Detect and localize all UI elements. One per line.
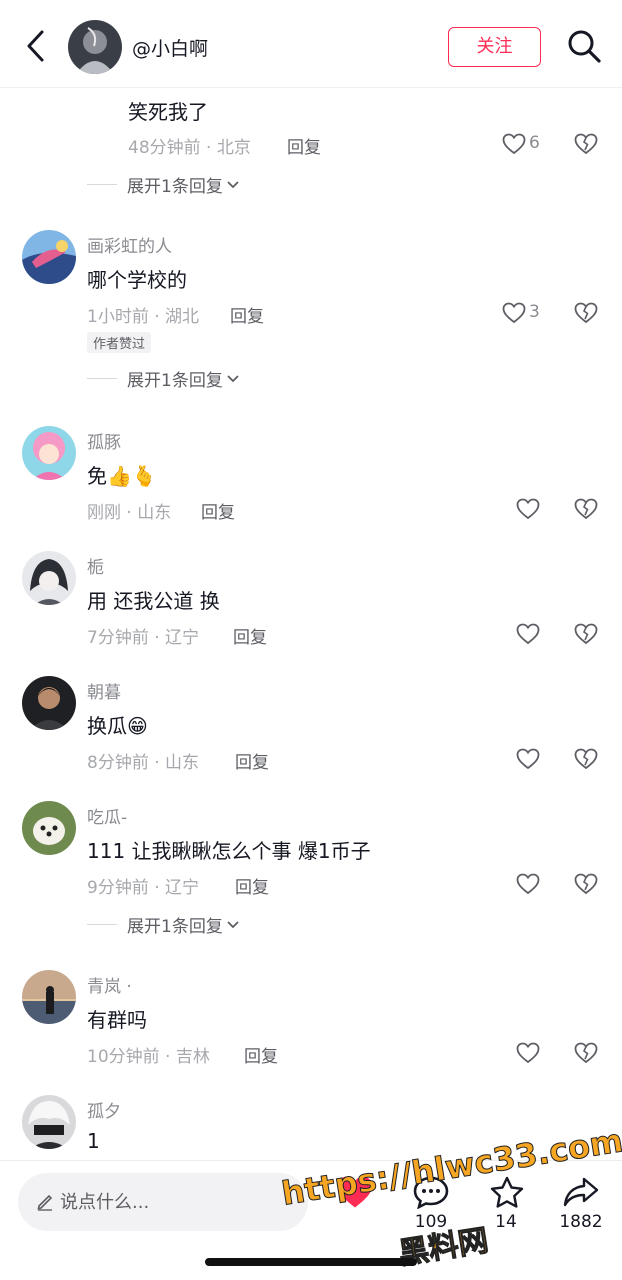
user-avatar[interactable] bbox=[22, 801, 76, 855]
like-count: 3 bbox=[529, 302, 540, 322]
broken-heart-icon[interactable] bbox=[574, 302, 598, 324]
home-indicator[interactable] bbox=[205, 1258, 417, 1266]
chevron-down-icon bbox=[227, 180, 239, 188]
comment-username[interactable]: 青岚 · bbox=[87, 972, 132, 997]
comment-username[interactable]: 画彩虹的人 bbox=[87, 232, 172, 257]
expand-replies-label: 展开1条回复 bbox=[127, 917, 223, 937]
reply-button[interactable]: 回复 bbox=[201, 498, 235, 523]
like-count: 6 bbox=[529, 133, 540, 153]
broken-heart-icon[interactable] bbox=[574, 498, 598, 520]
expand-replies-label: 展开1条回复 bbox=[127, 371, 223, 391]
comment-list[interactable]: 笑死我了 48分钟前 · 北京 回复 6 展开1条回复 画彩虹的人 哪个学校的 … bbox=[0, 88, 622, 1160]
user-avatar[interactable] bbox=[22, 230, 76, 284]
divider-line bbox=[87, 378, 117, 379]
user-avatar[interactable] bbox=[22, 970, 76, 1024]
comment-text: 用 还我公道 换 bbox=[87, 589, 220, 613]
user-avatar[interactable] bbox=[22, 426, 76, 480]
expand-replies-label: 展开1条回复 bbox=[127, 177, 223, 197]
broken-heart-icon[interactable] bbox=[574, 623, 598, 645]
comment-time-location: 7分钟前 · 辽宁 bbox=[87, 628, 200, 648]
author-avatar[interactable] bbox=[68, 20, 122, 74]
comment-time-location: 8分钟前 · 山东 bbox=[87, 753, 200, 773]
comment-text: 1 bbox=[87, 1129, 100, 1153]
comment-username[interactable]: 朝暮 bbox=[87, 678, 121, 703]
heart-icon[interactable] bbox=[516, 873, 540, 895]
comment-username[interactable]: 栀 bbox=[87, 553, 104, 578]
comment-text: 111 让我瞅瞅怎么个事 爆1币子 bbox=[87, 839, 371, 863]
comment-time-location: 10分钟前 · 吉林 bbox=[87, 1047, 210, 1067]
comment-text: 换瓜😁 bbox=[87, 714, 148, 738]
broken-heart-icon[interactable] bbox=[574, 748, 598, 770]
comment-username[interactable]: 孤豚 bbox=[87, 428, 121, 453]
comment-time-location: 48分钟前 · 北京 bbox=[128, 138, 251, 158]
comment-input[interactable] bbox=[60, 1186, 290, 1218]
heart-icon[interactable] bbox=[502, 133, 526, 155]
follow-button[interactable]: 关注 bbox=[448, 27, 541, 67]
reply-button[interactable]: 回复 bbox=[244, 1042, 278, 1067]
comment-text: 笑死我了 bbox=[128, 100, 208, 124]
expand-replies[interactable]: 展开1条回复 bbox=[87, 912, 239, 937]
pencil-icon bbox=[37, 1194, 53, 1211]
comment-time-location: 9分钟前 · 辽宁 bbox=[87, 878, 200, 898]
comment-text: 哪个学校的 bbox=[87, 268, 187, 292]
comment-text: 有群吗 bbox=[87, 1008, 147, 1032]
heart-icon[interactable] bbox=[516, 748, 540, 770]
user-avatar[interactable] bbox=[22, 676, 76, 730]
comment-text: 免👍🫰 bbox=[87, 464, 157, 488]
user-avatar[interactable] bbox=[22, 551, 76, 605]
expand-replies[interactable]: 展开1条回复 bbox=[87, 366, 239, 391]
author-liked-badge: 作者赞过 bbox=[87, 332, 152, 353]
heart-icon[interactable] bbox=[516, 1042, 540, 1064]
reply-button[interactable]: 回复 bbox=[233, 623, 267, 648]
heart-icon[interactable] bbox=[502, 302, 526, 324]
comment-username[interactable]: 孤夕 bbox=[87, 1097, 121, 1122]
divider-line bbox=[87, 184, 117, 185]
reply-button[interactable]: 回复 bbox=[287, 133, 321, 158]
back-icon[interactable] bbox=[20, 28, 52, 64]
comment-time-location: 1小时前 · 湖北 bbox=[87, 307, 200, 327]
comment-time-location: 刚刚 · 山东 bbox=[87, 503, 172, 523]
chevron-down-icon bbox=[227, 920, 239, 928]
broken-heart-icon[interactable] bbox=[574, 1042, 598, 1064]
heart-icon[interactable] bbox=[516, 498, 540, 520]
chevron-down-icon bbox=[227, 374, 239, 382]
divider-line bbox=[87, 924, 117, 925]
comment-input-box[interactable] bbox=[18, 1173, 308, 1231]
user-avatar[interactable] bbox=[22, 1095, 76, 1149]
reply-button[interactable]: 回复 bbox=[235, 748, 269, 773]
reply-button[interactable]: 回复 bbox=[230, 302, 264, 327]
author-username[interactable]: @小白啊 bbox=[132, 34, 208, 61]
reply-button[interactable]: 回复 bbox=[235, 873, 269, 898]
heart-icon[interactable] bbox=[516, 623, 540, 645]
star-icon[interactable] bbox=[488, 1175, 526, 1209]
search-icon[interactable] bbox=[566, 28, 602, 64]
broken-heart-icon[interactable] bbox=[574, 873, 598, 895]
top-bar: @小白啊 关注 bbox=[0, 0, 622, 88]
share-icon[interactable] bbox=[562, 1175, 600, 1209]
broken-heart-icon[interactable] bbox=[574, 133, 598, 155]
share-count: 1882 bbox=[559, 1212, 603, 1232]
comment-username[interactable]: 吃瓜- bbox=[87, 803, 127, 828]
expand-replies[interactable]: 展开1条回复 bbox=[87, 172, 239, 197]
